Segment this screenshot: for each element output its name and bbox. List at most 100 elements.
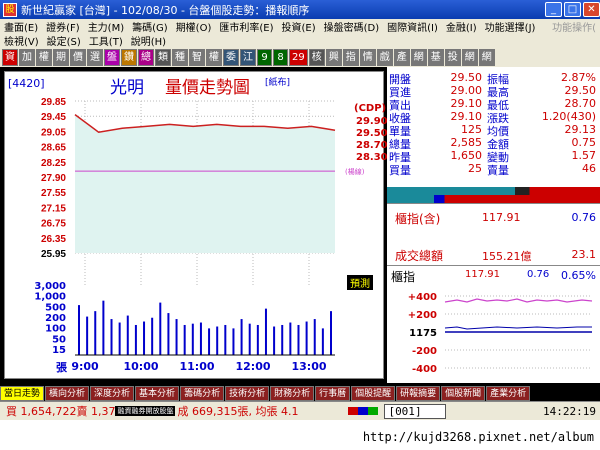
mini-chart-value: 117.91 bbox=[465, 269, 500, 280]
tab-9[interactable]: 研報摘要 bbox=[396, 386, 441, 401]
menu-item[interactable]: 主力(M) bbox=[84, 19, 128, 34]
turnover-value: 155.21億 bbox=[482, 250, 532, 263]
mini-axis-label: +400 bbox=[408, 292, 437, 303]
otc-index-mini-chart: 櫃指 117.91 0.76 0.65% +400 +200 1175 -200 -400 bbox=[387, 265, 600, 383]
volume-tick-label: 3,000 bbox=[34, 281, 66, 292]
menu-item[interactable]: 功能選擇(J) bbox=[481, 19, 540, 34]
price-tick-label: 27.15 bbox=[41, 203, 66, 214]
toolbar-button[interactable]: 價 bbox=[70, 48, 86, 66]
toolbar-button[interactable]: 情 bbox=[359, 48, 376, 66]
tab-5[interactable]: 技術分析 bbox=[225, 386, 270, 401]
menu-item[interactable]: 畫面(E) bbox=[0, 19, 42, 34]
toolbar-button[interactable]: 江 bbox=[240, 48, 256, 66]
code-input[interactable]: [001] bbox=[384, 403, 447, 419]
quote-value: 1,650 bbox=[450, 149, 483, 162]
toolbar-button[interactable]: 產 bbox=[393, 48, 410, 66]
tab-0[interactable]: 當日走勢 bbox=[0, 386, 45, 401]
tab-6[interactable]: 財務分析 bbox=[270, 386, 315, 401]
menu-item[interactable]: 匯市利率(E) bbox=[215, 19, 277, 34]
menu-item[interactable]: 金融(I) bbox=[442, 19, 481, 34]
toolbar-button[interactable]: 智 bbox=[189, 48, 205, 66]
toolbar-button[interactable]: 基 bbox=[427, 48, 444, 66]
price-tick-label: 25.95 bbox=[41, 249, 66, 260]
quote-value: 1.57 bbox=[571, 149, 597, 162]
volume-plot-bg bbox=[75, 285, 335, 355]
tab-3[interactable]: 基本分析 bbox=[135, 386, 180, 401]
index-value: 117.91 bbox=[482, 211, 521, 224]
index-change: 0.76 bbox=[571, 211, 597, 224]
bid-ask-volume: 買 1,654,722賣 1,37 bbox=[6, 405, 116, 418]
tab-7[interactable]: 行事曆 bbox=[315, 386, 351, 401]
price-tick-label: 29.45 bbox=[41, 112, 66, 123]
toolbar-button[interactable]: 指 bbox=[342, 48, 359, 66]
tab-1[interactable]: 橫向分析 bbox=[45, 386, 90, 401]
time-tick-label: 11:00 bbox=[179, 360, 214, 373]
toolbar-button[interactable]: 選 bbox=[87, 48, 103, 66]
average-line-tag: (楊線) bbox=[345, 167, 365, 176]
time-tick-label: 9:00 bbox=[71, 360, 99, 373]
menu-item[interactable]: 說明(H) bbox=[127, 33, 170, 48]
time-tick-label: 13:00 bbox=[291, 360, 326, 373]
tab-11[interactable]: 產業分析 bbox=[486, 386, 531, 401]
toolbar-button[interactable]: 期 bbox=[53, 48, 69, 66]
toolbar-button[interactable]: 9 bbox=[257, 48, 272, 66]
color-indicator bbox=[348, 407, 379, 415]
volume-unit: 張 bbox=[56, 361, 68, 374]
toolbar-button[interactable]: 興 bbox=[325, 48, 342, 66]
menu-item[interactable]: 國際資訊(I) bbox=[383, 19, 442, 34]
cdp-label: (CDP) bbox=[354, 103, 386, 114]
tab-8[interactable]: 個股提醒 bbox=[351, 386, 396, 401]
toolbar-button[interactable]: 委 bbox=[223, 48, 239, 66]
toolbar-button[interactable]: 網 bbox=[461, 48, 478, 66]
toolbar-button[interactable]: 網 bbox=[410, 48, 427, 66]
quote-value: 2.87% bbox=[561, 71, 596, 84]
toolbar-button[interactable]: 總 bbox=[138, 48, 154, 66]
toolbar-button[interactable]: 權 bbox=[36, 48, 52, 66]
quote-value: 29.00 bbox=[450, 84, 483, 97]
menu-item[interactable]: 投資(E) bbox=[278, 19, 320, 34]
quote-value: 1.20(430) bbox=[541, 110, 596, 123]
toolbar-button[interactable]: 8 bbox=[273, 48, 288, 66]
menu-item[interactable]: 設定(S) bbox=[43, 33, 85, 48]
toolbar-button[interactable]: 盤 bbox=[104, 48, 120, 66]
toolbar-button[interactable]: 網 bbox=[478, 48, 495, 66]
mini-axis-label: -400 bbox=[412, 364, 437, 375]
quote-value: 0.75 bbox=[571, 136, 597, 149]
toolbar-button[interactable]: 戲 bbox=[376, 48, 393, 66]
tab-4[interactable]: 籌碼分析 bbox=[180, 386, 225, 401]
forecast-button[interactable]: 預測 bbox=[347, 275, 373, 290]
toolbar-button[interactable]: 投 bbox=[444, 48, 461, 66]
mini-axis-label: 1175 bbox=[409, 328, 437, 339]
mini-axis-label: -200 bbox=[412, 346, 437, 357]
menu-item[interactable]: 證券(F) bbox=[42, 19, 84, 34]
menu-item[interactable]: 檢視(V) bbox=[0, 33, 43, 48]
toolbar-button[interactable]: 鑽 bbox=[121, 48, 137, 66]
price-tick-label: 29.85 bbox=[41, 97, 66, 108]
tab-10[interactable]: 個股新聞 bbox=[441, 386, 486, 401]
window-title: 新世紀贏家 [台灣] - 102/08/30 - 台盤個股走勢：播報順序 bbox=[21, 3, 310, 17]
toolbar-button[interactable]: 資 bbox=[2, 48, 18, 66]
toolbar-button[interactable]: 權 bbox=[206, 48, 222, 66]
volume-tick-label: 200 bbox=[45, 313, 66, 324]
menu-item[interactable]: 功能操作( bbox=[548, 19, 600, 34]
toolbar-button[interactable]: 類 bbox=[155, 48, 171, 66]
quote-value: 29.13 bbox=[564, 123, 597, 136]
quote-label: 賣量 bbox=[487, 164, 509, 177]
buy-sell-bar bbox=[387, 187, 600, 203]
price-tick-label: 27.55 bbox=[41, 188, 66, 199]
menu-item[interactable]: 操盤密碼(D) bbox=[320, 19, 384, 34]
minimize-button[interactable]: _ bbox=[545, 2, 562, 17]
quote-value: 28.70 bbox=[564, 97, 597, 110]
menu-item[interactable]: 期權(O) bbox=[172, 19, 216, 34]
toolbar-button[interactable]: 種 bbox=[172, 48, 188, 66]
menu-item[interactable]: 籌碼(G) bbox=[128, 19, 172, 34]
toolbar-button[interactable]: 加 bbox=[19, 48, 35, 66]
toolbar-button[interactable]: 核 bbox=[308, 48, 325, 66]
close-button[interactable]: ✕ bbox=[583, 2, 600, 17]
maximize-button[interactable]: □ bbox=[564, 2, 581, 17]
index-label: 櫃指(含) bbox=[395, 212, 441, 226]
menu-item[interactable]: 工具(T) bbox=[85, 33, 127, 48]
toolbar-button[interactable]: 29 bbox=[289, 48, 308, 66]
tab-2[interactable]: 深度分析 bbox=[90, 386, 135, 401]
mini-index-line bbox=[444, 326, 592, 330]
